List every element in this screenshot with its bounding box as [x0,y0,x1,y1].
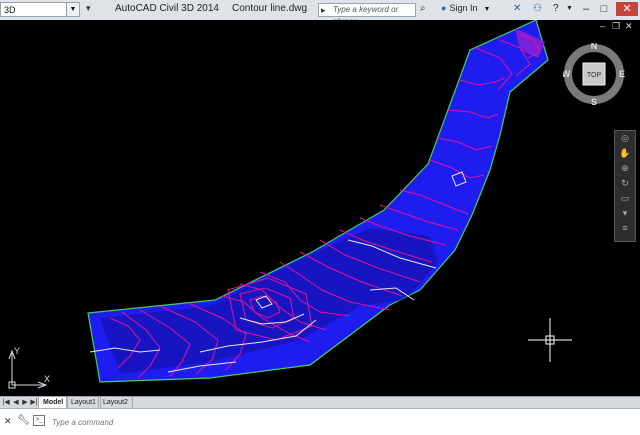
document-title: Contour line.dwg [232,3,308,14]
nav-extra-icon[interactable]: ≡ [615,221,635,236]
pan-icon[interactable]: ✋ [615,146,635,161]
zoom-icon[interactable]: ⊕ [615,161,635,176]
sign-in-button[interactable]: ● Sign In ▼ [441,3,490,13]
search-icon[interactable]: ⌕ [420,3,426,14]
ucs-y-label: Y [14,346,20,356]
orbit-icon[interactable]: ↻ [615,176,635,191]
compass-west[interactable]: W [563,69,571,79]
ucs-x-label: X [44,374,50,384]
title-bar: 3D ▼ ▾ AutoCAD Civil 3D 2014 Contour lin… [0,0,640,26]
quick-access-dropdown-icon[interactable]: ▾ [86,3,91,14]
search-input[interactable]: ▸ Type a keyword or phrase [318,3,416,26]
viewcube[interactable]: TOP N S E W [563,43,625,105]
network-icon[interactable]: ⚇ [533,3,542,14]
sign-in-label: Sign In [449,3,478,13]
help-dropdown-icon[interactable]: ▼ [566,5,573,12]
close-icon[interactable]: ✕ [4,416,12,427]
chevron-down-icon: ▼ [66,3,79,16]
command-line: ✕ 🔧︎ >_ [0,408,640,435]
close-button[interactable]: ✕ [616,2,638,16]
help-icon[interactable]: ? [553,3,559,14]
command-prompt-icon: >_ [33,415,45,426]
workspace-value: 3D [4,5,16,15]
compass-south[interactable]: S [591,97,597,105]
compass-north[interactable]: N [591,43,598,51]
nav-settings-icon[interactable]: ▾ [615,206,635,221]
wrench-icon[interactable]: 🔧︎ [17,415,30,426]
viewcube-face-label: TOP [587,72,602,79]
search-field-icon: ▸ [321,5,326,15]
maximize-button[interactable]: □ [596,2,612,16]
workspace-dropdown[interactable]: 3D ▼ [0,2,80,17]
steering-wheel-icon[interactable]: ◎ [615,131,635,146]
app-title: AutoCAD Civil 3D 2014 [115,3,219,14]
command-input[interactable] [50,414,634,430]
crosshair-cursor [528,318,572,362]
chevron-down-icon: ▼ [483,6,491,13]
minimize-button[interactable]: – [578,2,594,16]
exchange-icon[interactable]: ✕ [513,3,521,14]
navigation-bar: ◎ ✋ ⊕ ↻ ▭ ▾ ≡ [614,130,636,242]
showmotion-icon[interactable]: ▭ [615,191,635,206]
user-icon: ● [441,3,447,13]
ucs-icon: Y X [8,346,50,389]
compass-east[interactable]: E [619,69,625,79]
